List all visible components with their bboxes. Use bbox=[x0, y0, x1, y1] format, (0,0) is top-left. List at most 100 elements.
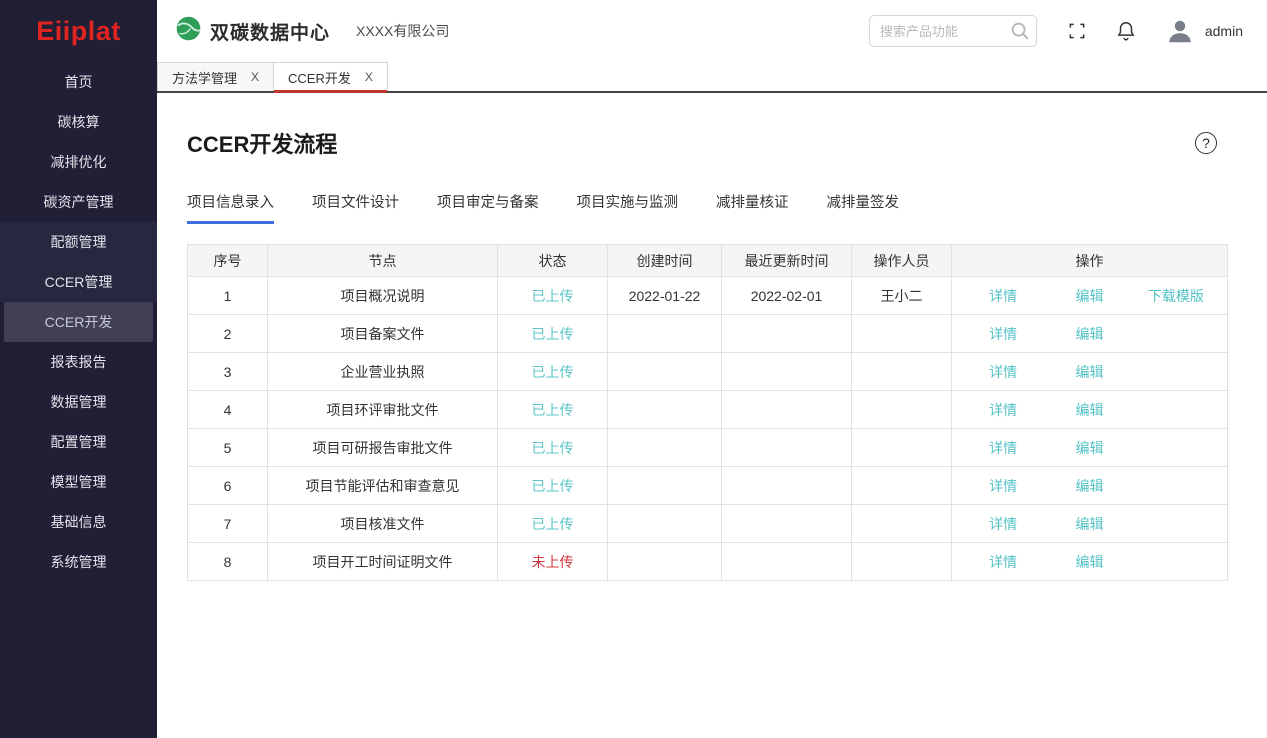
brand-area: 双碳数据中心 bbox=[175, 15, 330, 47]
status-badge: 已上传 bbox=[532, 516, 574, 532]
fullscreen-icon[interactable] bbox=[1067, 21, 1087, 41]
cell-operator bbox=[852, 429, 952, 467]
cell-actions: 详情编辑下载模版 bbox=[952, 277, 1228, 315]
cell-operator bbox=[852, 315, 952, 353]
detail-link[interactable]: 详情 bbox=[960, 476, 1046, 496]
sidebar-item-basic-info[interactable]: 基础信息 bbox=[0, 502, 157, 542]
cell-index: 4 bbox=[188, 391, 268, 429]
cell-updated bbox=[722, 391, 852, 429]
cell-status: 已上传 bbox=[498, 277, 608, 315]
edit-link[interactable]: 编辑 bbox=[1046, 476, 1132, 496]
edit-link[interactable]: 编辑 bbox=[1046, 514, 1132, 534]
detail-link[interactable]: 详情 bbox=[960, 514, 1046, 534]
sidebar-item-reduction-optimize[interactable]: 减排优化 bbox=[0, 142, 157, 182]
tab-close-icon[interactable]: X bbox=[365, 70, 373, 84]
sidebar-item-data-mgmt[interactable]: 数据管理 bbox=[0, 382, 157, 422]
actions-group: 详情编辑 bbox=[952, 552, 1227, 572]
main-column: 双碳数据中心 XXXX有限公司 bbox=[157, 0, 1267, 738]
step-tab-project-review-filing[interactable]: 项目审定与备案 bbox=[437, 191, 539, 224]
table-row: 5项目可研报告审批文件已上传详情编辑 bbox=[188, 429, 1228, 467]
edit-link[interactable]: 编辑 bbox=[1046, 286, 1132, 306]
detail-link[interactable]: 详情 bbox=[960, 552, 1046, 572]
cell-node: 项目备案文件 bbox=[268, 315, 498, 353]
notifications-bell-icon[interactable] bbox=[1115, 20, 1137, 42]
sidebar-item-ccer-development[interactable]: CCER开发 bbox=[4, 302, 153, 342]
cell-operator bbox=[852, 353, 952, 391]
cell-actions: 详情编辑 bbox=[952, 315, 1228, 353]
cell-actions: 详情编辑 bbox=[952, 429, 1228, 467]
detail-link[interactable]: 详情 bbox=[960, 400, 1046, 420]
status-badge: 已上传 bbox=[532, 288, 574, 304]
cell-node: 项目节能评估和审查意见 bbox=[268, 467, 498, 505]
cell-operator: 王小二 bbox=[852, 277, 952, 315]
help-icon[interactable]: ? bbox=[1195, 132, 1217, 154]
cell-status: 已上传 bbox=[498, 505, 608, 543]
table-row: 4项目环评审批文件已上传详情编辑 bbox=[188, 391, 1228, 429]
cell-updated: 2022-02-01 bbox=[722, 277, 852, 315]
header: 双碳数据中心 XXXX有限公司 bbox=[157, 0, 1267, 62]
edit-link[interactable]: 编辑 bbox=[1046, 400, 1132, 420]
step-tab-reduction-issuance[interactable]: 减排量签发 bbox=[827, 191, 900, 224]
cell-index: 6 bbox=[188, 467, 268, 505]
cell-created bbox=[608, 315, 722, 353]
cell-status: 未上传 bbox=[498, 543, 608, 581]
detail-link[interactable]: 详情 bbox=[960, 324, 1046, 344]
edit-link[interactable]: 编辑 bbox=[1046, 362, 1132, 382]
cell-created bbox=[608, 543, 722, 581]
app-logo: Eiiplat bbox=[0, 0, 157, 62]
tab-ccer-development[interactable]: CCER开发X bbox=[274, 62, 388, 91]
sidebar-item-model-mgmt[interactable]: 模型管理 bbox=[0, 462, 157, 502]
title-row: CCER开发流程 ? bbox=[187, 127, 1227, 159]
user-avatar-icon[interactable] bbox=[1165, 16, 1195, 46]
step-tab-project-impl-monitoring[interactable]: 项目实施与监测 bbox=[577, 191, 679, 224]
cell-index: 1 bbox=[188, 277, 268, 315]
sidebar-item-reports[interactable]: 报表报告 bbox=[0, 342, 157, 382]
cell-actions: 详情编辑 bbox=[952, 467, 1228, 505]
cell-updated bbox=[722, 543, 852, 581]
cell-node: 项目开工时间证明文件 bbox=[268, 543, 498, 581]
step-tab-project-doc-design[interactable]: 项目文件设计 bbox=[312, 191, 399, 224]
cell-operator bbox=[852, 543, 952, 581]
table-row: 1项目概况说明已上传2022-01-222022-02-01王小二详情编辑下载模… bbox=[188, 277, 1228, 315]
window-tabs: 方法学管理XCCER开发X bbox=[157, 62, 1267, 93]
cell-actions: 详情编辑 bbox=[952, 391, 1228, 429]
cell-created bbox=[608, 429, 722, 467]
tab-methodology-mgmt[interactable]: 方法学管理X bbox=[157, 62, 274, 91]
cell-node: 项目环评审批文件 bbox=[268, 391, 498, 429]
detail-link[interactable]: 详情 bbox=[960, 438, 1046, 458]
actions-group: 详情编辑 bbox=[952, 438, 1227, 458]
username-label: admin bbox=[1205, 23, 1243, 39]
sidebar-item-carbon-asset-mgmt[interactable]: 碳资产管理 bbox=[0, 182, 157, 222]
edit-link[interactable]: 编辑 bbox=[1046, 438, 1132, 458]
sidebar-item-carbon-accounting[interactable]: 碳核算 bbox=[0, 102, 157, 142]
cell-created bbox=[608, 391, 722, 429]
search-box bbox=[869, 15, 1037, 47]
cell-status: 已上传 bbox=[498, 315, 608, 353]
cell-created: 2022-01-22 bbox=[608, 277, 722, 315]
sidebar-item-quota-mgmt[interactable]: 配额管理 bbox=[0, 222, 157, 262]
edit-link[interactable]: 编辑 bbox=[1046, 324, 1132, 344]
sidebar-item-system-mgmt[interactable]: 系统管理 bbox=[0, 542, 157, 582]
table-row: 6项目节能评估和审查意见已上传详情编辑 bbox=[188, 467, 1228, 505]
tab-close-icon[interactable]: X bbox=[251, 70, 259, 84]
status-badge: 未上传 bbox=[532, 554, 574, 570]
download-template-link[interactable]: 下载模版 bbox=[1133, 286, 1219, 306]
cell-operator bbox=[852, 391, 952, 429]
cell-operator bbox=[852, 467, 952, 505]
detail-link[interactable]: 详情 bbox=[960, 362, 1046, 382]
edit-link[interactable]: 编辑 bbox=[1046, 552, 1132, 572]
column-header: 序号 bbox=[188, 245, 268, 277]
status-badge: 已上传 bbox=[532, 364, 574, 380]
cell-index: 5 bbox=[188, 429, 268, 467]
table-row: 8项目开工时间证明文件未上传详情编辑 bbox=[188, 543, 1228, 581]
sidebar-nav: 首页碳核算减排优化碳资产管理配额管理CCER管理CCER开发报表报告数据管理配置… bbox=[0, 62, 157, 582]
detail-link[interactable]: 详情 bbox=[960, 286, 1046, 306]
cell-node: 项目核准文件 bbox=[268, 505, 498, 543]
step-tab-project-info-entry[interactable]: 项目信息录入 bbox=[187, 191, 274, 224]
search-icon[interactable] bbox=[1009, 20, 1031, 47]
sidebar-item-home[interactable]: 首页 bbox=[0, 62, 157, 102]
step-tab-reduction-verification[interactable]: 减排量核证 bbox=[716, 191, 789, 224]
cell-index: 2 bbox=[188, 315, 268, 353]
sidebar-item-ccer-mgmt[interactable]: CCER管理 bbox=[0, 262, 157, 302]
sidebar-item-config-mgmt[interactable]: 配置管理 bbox=[0, 422, 157, 462]
